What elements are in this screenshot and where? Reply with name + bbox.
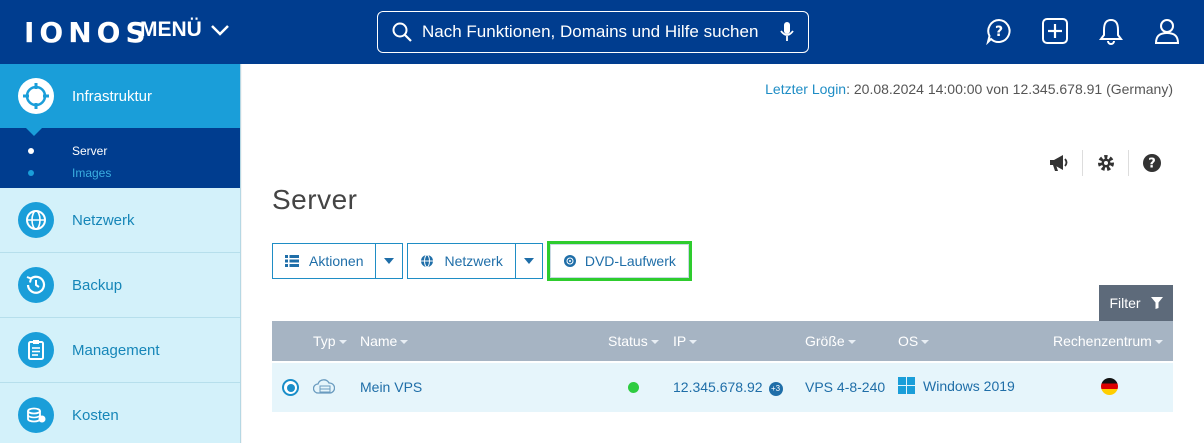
row-select-radio[interactable] <box>282 379 299 396</box>
column-header-size[interactable]: Größe <box>805 333 856 349</box>
sidebar-item-kosten[interactable]: Kosten <box>0 383 240 443</box>
network-dropdown-toggle[interactable] <box>515 243 543 279</box>
bell-icon[interactable] <box>1094 14 1128 48</box>
network-button[interactable]: Netzwerk <box>407 243 516 279</box>
search-placeholder: Nach Funktionen, Domains und Hilfe suche… <box>422 22 759 41</box>
column-header-ip[interactable]: IP <box>673 333 697 349</box>
windows-icon <box>898 377 915 394</box>
table-header: Typ Name Status IP Größe OS Rechenzentru… <box>272 321 1173 361</box>
caret-down-icon <box>523 258 534 264</box>
column-header-datacenter[interactable]: Rechenzentrum <box>1053 333 1163 349</box>
dvd-highlight-frame: DVD-Laufwerk <box>546 241 692 281</box>
funnel-icon <box>1150 297 1163 309</box>
column-header-status[interactable]: Status <box>608 333 659 349</box>
last-login-link[interactable]: Letzter Login <box>765 81 846 97</box>
settings-gear-icon[interactable] <box>1082 150 1128 176</box>
sidebar-item-backup[interactable]: Backup <box>0 253 240 318</box>
os-name: Windows 2019 <box>923 377 1015 394</box>
filter-label: Filter <box>1109 295 1141 311</box>
column-header-name[interactable]: Name <box>360 333 408 349</box>
actions-label: Aktionen <box>309 253 364 269</box>
coins-icon <box>18 397 54 433</box>
sidebar-item-label: Backup <box>72 276 123 294</box>
filter-button[interactable]: Filter <box>1099 285 1173 321</box>
caret-down-icon <box>384 258 395 264</box>
table-row[interactable]: Mein VPS 12.345.678.92 +3 VPS 4-8-240 Win… <box>272 363 1173 412</box>
sidebar-subitem-label: Images <box>72 166 112 180</box>
status-online-indicator <box>628 382 639 393</box>
sidebar-item-label: Netzwerk <box>72 211 135 229</box>
main-content: Letzter Login: 20.08.2024 14:00:00 von 1… <box>242 64 1204 443</box>
microphone-icon[interactable] <box>780 21 794 43</box>
sidebar-subitem-server[interactable]: Server <box>0 140 240 162</box>
last-login-text: : 20.08.2024 14:00:00 von 12.345.678.91 … <box>846 81 1173 97</box>
top-navbar: IONOS MENÜ Nach Funktionen, Domains und … <box>0 0 1204 64</box>
network-globe-icon <box>18 202 54 238</box>
ip-count-badge[interactable]: +3 <box>768 382 783 396</box>
ip-cell: 12.345.678.92 +3 <box>673 379 783 396</box>
menu-label: MENÜ <box>140 18 202 41</box>
network-icon <box>420 254 434 268</box>
ip-address: 12.345.678.92 <box>673 379 763 395</box>
sidebar-subitem-images[interactable]: Images <box>0 162 240 184</box>
clipboard-icon <box>18 332 54 368</box>
search-icon <box>392 22 412 42</box>
bullet-icon <box>28 148 34 154</box>
bullet-icon <box>28 170 34 176</box>
sidebar-item-label: Infrastruktur <box>72 87 153 105</box>
server-size: VPS 4-8-240 <box>805 379 886 395</box>
actions-dropdown-toggle[interactable] <box>376 243 404 279</box>
sidebar-item-infrastruktur[interactable]: Infrastruktur <box>0 64 240 136</box>
sidebar-submenu: Server Images <box>0 128 240 188</box>
os-cell: Windows 2019 <box>898 377 1015 394</box>
sidebar-item-management[interactable]: Management <box>0 318 240 383</box>
list-icon <box>285 255 299 267</box>
column-header-os[interactable]: OS <box>898 333 929 349</box>
sidebar-subitem-label: Server <box>72 144 108 158</box>
sidebar-item-netzwerk[interactable]: Netzwerk <box>0 188 240 253</box>
backup-clock-icon <box>18 267 54 303</box>
help-chat-icon[interactable]: ? <box>982 14 1016 48</box>
sidebar-item-label: Management <box>72 341 160 359</box>
help-icon[interactable]: ? <box>1128 150 1174 176</box>
page-title: Server <box>272 184 358 215</box>
announcement-icon[interactable] <box>1036 150 1082 176</box>
svg-text:?: ? <box>1148 157 1156 172</box>
network-label: Netzwerk <box>444 253 503 269</box>
dvd-label: DVD-Laufwerk <box>584 253 676 269</box>
server-name-link[interactable]: Mein VPS <box>360 379 422 395</box>
ionos-logo[interactable]: IONOS <box>24 16 151 49</box>
cloud-server-icon <box>312 378 336 399</box>
svg-text:?: ? <box>995 24 1003 40</box>
column-header-type[interactable]: Typ <box>313 333 347 349</box>
sidebar-item-label: Kosten <box>72 406 119 424</box>
user-icon[interactable] <box>1150 14 1184 48</box>
sidebar: Infrastruktur Server Images Netzwerk Bac… <box>0 64 241 443</box>
infrastructure-icon <box>18 78 54 114</box>
last-login-info: Letzter Login: 20.08.2024 14:00:00 von 1… <box>765 81 1173 97</box>
germany-flag-icon <box>1101 378 1118 395</box>
search-input[interactable]: Nach Funktionen, Domains und Hilfe suche… <box>377 11 809 53</box>
dvd-drive-button[interactable]: DVD-Laufwerk <box>549 244 689 278</box>
actions-button[interactable]: Aktionen <box>272 243 377 279</box>
chevron-down-icon <box>210 25 229 36</box>
add-icon[interactable] <box>1038 14 1072 48</box>
menu-button[interactable]: MENÜ <box>140 18 230 42</box>
disc-icon <box>563 254 577 268</box>
